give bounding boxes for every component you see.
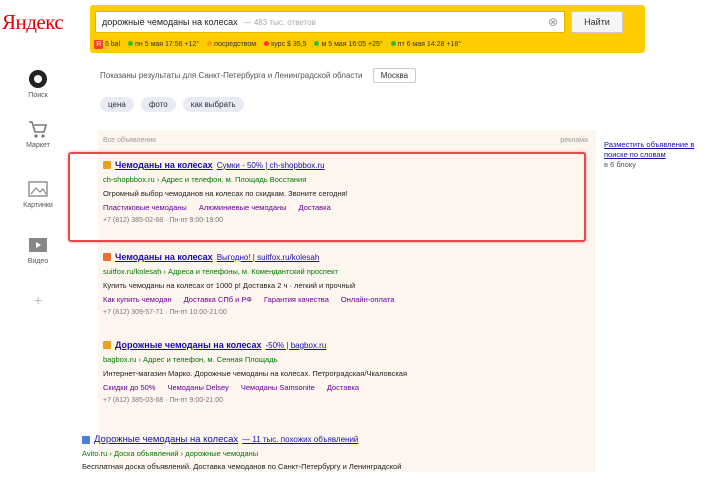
nav-item-video[interactable]: Видео <box>14 234 62 265</box>
nav-item-search[interactable]: Поиск <box>14 68 62 99</box>
result-url[interactable]: bagbox.ru › Адрес и телефон, м. Сенная П… <box>103 355 593 364</box>
result-title-link[interactable]: Дорожные чемоданы на колесах <box>94 434 238 445</box>
region-note: Показаны результаты для Санкт-Петербурга… <box>100 68 417 83</box>
sitelink[interactable]: Доставка <box>327 383 359 392</box>
search-area: дорожные чемоданы на колесах — 483 тыс. … <box>90 5 645 53</box>
organic-result: Дорожные чемоданы на колесах — 11 тыс. п… <box>82 434 602 471</box>
nav-label: Поиск <box>28 92 48 99</box>
sitelink[interactable]: Как купить чемодан <box>103 295 172 304</box>
region-switch-button[interactable]: Москва <box>372 68 417 83</box>
result-contact[interactable]: +7 (812) 385-03-68 · Пн-пт 9:00-21:00 <box>103 397 593 404</box>
result-title-link[interactable]: Чемоданы на колесах <box>115 252 213 262</box>
info-item-0[interactable]: Я 6 bal <box>94 39 120 49</box>
chip-how-to-choose[interactable]: как выбрать <box>182 97 244 112</box>
sitelink[interactable]: Гарантия качества <box>264 295 329 304</box>
sitelink[interactable]: Онлайн-оплата <box>341 295 395 304</box>
query-chips: цена фото как выбрать <box>100 97 244 112</box>
info-item-1[interactable]: пн 5 мая 17:56 +12° <box>128 41 199 48</box>
status-dot-icon <box>128 41 134 47</box>
site-favicon-icon <box>103 253 111 261</box>
place-ad-link[interactable]: Разместить объявление в поиске по словам <box>604 140 720 160</box>
ads-more: реклама <box>560 137 588 144</box>
info-item-2[interactable]: посредством <box>207 41 256 48</box>
sitelink[interactable]: Чемоданы Delsey <box>167 383 228 392</box>
info-item-5[interactable]: пт 6 мая 14:28 +18° <box>390 41 461 48</box>
nav-item-images[interactable]: Картинки <box>14 178 62 209</box>
result-desc: Купить чемоданы на колесах от 1000 р! До… <box>103 281 356 290</box>
result-desc: Интернет-магазин Марко. Дорожные чемодан… <box>103 369 408 378</box>
place-ad-sub: в 6 блоку <box>604 160 637 169</box>
nav-label: Маркет <box>26 142 50 149</box>
result-title-url[interactable]: — 11 тыс. похожих объявлений <box>242 435 358 444</box>
plus-icon[interactable]: + <box>34 292 42 308</box>
status-dot-icon <box>390 41 396 47</box>
search-hint: — 483 тыс. ответов <box>243 17 316 27</box>
header: Яндекс дорожные чемоданы на колесах — 48… <box>0 0 720 56</box>
search-circle-icon <box>27 68 49 90</box>
chip-price[interactable]: цена <box>100 97 134 112</box>
status-dot-icon <box>264 41 270 47</box>
result-title-url[interactable]: -50% | bagbox.ru <box>266 341 327 350</box>
result-url[interactable]: Avito.ru › Доска объявлений › дорожные ч… <box>82 449 602 458</box>
status-dot-icon <box>314 41 320 47</box>
result-url[interactable]: suitfox.ru/kolesah › Адреса и телефоны, … <box>103 267 593 276</box>
result-sitelinks: Как купить чемодан Доставка СПб и РФ Гар… <box>103 295 593 304</box>
search-input[interactable]: дорожные чемоданы на колесах — 483 тыс. … <box>95 11 565 33</box>
nav-label: Видео <box>27 258 49 265</box>
site-favicon-icon <box>82 435 90 444</box>
video-icon <box>27 234 49 256</box>
info-item-4[interactable]: м 5 мая 16:05 +25° <box>314 41 383 48</box>
info-item-3[interactable]: курс $ 35,5 <box>264 41 306 48</box>
result-title-link[interactable]: Дорожные чемоданы на колесах <box>115 340 262 350</box>
right-column: Разместить объявление в поиске по словам… <box>604 140 720 170</box>
result-sitelinks: Скидки до 50% Чемоданы Delsey Чемоданы S… <box>103 383 593 392</box>
status-dot-icon <box>207 41 213 47</box>
image-icon <box>27 178 49 200</box>
search-button[interactable]: Найти <box>571 11 623 33</box>
site-favicon-icon <box>103 341 111 349</box>
sitelink[interactable]: Скидки до 50% <box>103 383 155 392</box>
result-contact[interactable]: +7 (812) 309-57-71 · Пн-пт 10:00-21:00 <box>103 309 593 316</box>
info-bar: Я 6 bal пн 5 мая 17:56 +12° посредством … <box>94 38 634 50</box>
chip-photo[interactable]: фото <box>140 97 176 112</box>
cart-icon <box>27 118 49 140</box>
ad-result: Чемоданы на колесах Выгодно! | suitfox.r… <box>103 252 593 316</box>
nav-label: Картинки <box>23 202 53 209</box>
ad-result: Дорожные чемоданы на колесах -50% | bagb… <box>103 340 593 404</box>
yandex-logo[interactable]: Яндекс <box>2 10 64 35</box>
nav-item-market[interactable]: Маркет <box>14 118 62 149</box>
result-title-url[interactable]: Выгодно! | suitfox.ru/kolesah <box>217 253 320 262</box>
yandex-square-icon: Я <box>94 39 103 49</box>
result-desc: Бесплатная доска объявлений. Доставка че… <box>82 462 402 471</box>
search-query-text: дорожные чемоданы на колесах <box>102 17 238 27</box>
sitelink[interactable]: Чемоданы Samsonite <box>241 383 315 392</box>
ads-label[interactable]: Все объявления <box>103 137 156 144</box>
clear-icon[interactable]: ⊗ <box>548 15 558 29</box>
highlight-frame <box>68 152 586 242</box>
sitelink[interactable]: Доставка СПб и РФ <box>184 295 252 304</box>
